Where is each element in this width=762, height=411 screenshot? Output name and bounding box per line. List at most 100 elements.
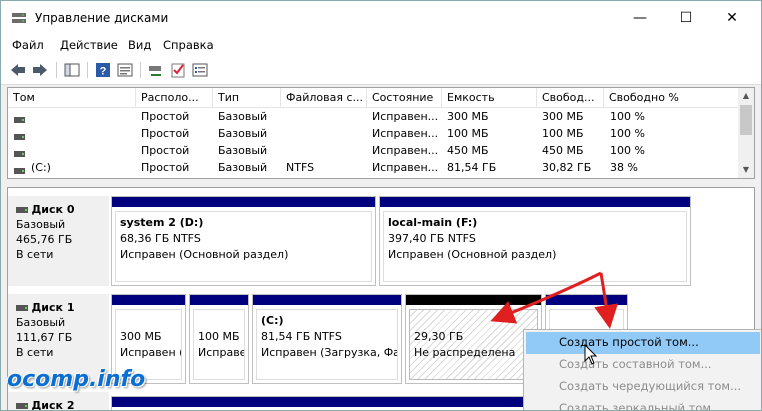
disk-type: Базовый (16, 218, 66, 231)
partition-size: 81,54 ГБ NTFS (261, 330, 342, 343)
disk-icon (16, 305, 28, 311)
menu-action[interactable]: Действие (60, 38, 118, 52)
properties-icon[interactable] (116, 61, 134, 79)
column-header-volume[interactable]: Том (8, 88, 136, 108)
volume-drive-icon (11, 147, 25, 160)
menu-item-create-spanned-volume[interactable]: Создать составной том... (526, 354, 760, 376)
cell-free: 30,82 ГБ (542, 161, 592, 174)
cell-free-percent: 100 % (610, 110, 645, 123)
partition-details: 100 МБ Исправе (193, 309, 245, 380)
table-row[interactable]: (C:) Простой Базовый NTFS Исправен... 81… (8, 160, 738, 177)
cell-capacity: 300 МБ (447, 110, 489, 123)
cell-status: Исправен... (372, 144, 439, 157)
cell-free: 450 МБ (542, 144, 584, 157)
menu-item-create-simple-volume[interactable]: Создать простой том... (526, 332, 760, 354)
table-row[interactable]: Простой Базовый Исправен... 300 МБ 300 М… (8, 109, 738, 126)
minimize-button[interactable]: — (617, 1, 663, 35)
column-header-layout[interactable]: Располо... (136, 88, 213, 108)
partition-bar (380, 197, 690, 207)
menu-file[interactable]: Файл (12, 38, 44, 52)
column-header-capacity[interactable]: Емкость (442, 88, 537, 108)
forward-icon[interactable] (31, 61, 49, 79)
window-title: Управление дисками (35, 11, 169, 25)
menu-item-create-striped-volume[interactable]: Создать чередующийся том... (526, 376, 760, 398)
volume-drive-icon (11, 113, 25, 126)
column-header-free-percent[interactable]: Свободно % (604, 88, 740, 108)
disk-size: 111,67 ГБ (16, 331, 73, 344)
toolbar-separator (56, 62, 57, 78)
partition-status: Исправен (Основной раздел) (120, 248, 289, 261)
disk-state: В сети (16, 346, 54, 359)
connect-icon[interactable] (147, 61, 165, 79)
partition-details: system 2 (D:) 68,36 ГБ NTFS Исправен (Ос… (115, 211, 372, 282)
cell-volume-name: (C:) (31, 161, 51, 174)
scroll-up-icon[interactable]: ▲ (738, 88, 754, 104)
toolbar-separator (87, 62, 88, 78)
partition-title: local-main (F:) (388, 216, 478, 229)
toolbar: ? (1, 55, 761, 85)
partition-bar (253, 295, 401, 305)
cell-status: Исправен... (372, 127, 439, 140)
volume-drive-icon (11, 130, 25, 143)
toolbar-separator (140, 62, 141, 78)
column-header-filesystem[interactable]: Файловая с... (281, 88, 367, 108)
cell-layout: Простой (141, 127, 190, 140)
disk-size: 465,76 ГБ (16, 233, 73, 246)
cell-free: 300 МБ (542, 110, 584, 123)
cell-capacity: 100 МБ (447, 127, 489, 140)
disk-icon (16, 207, 28, 213)
cell-capacity: 81,54 ГБ (447, 161, 497, 174)
partition-efi-100mb[interactable]: 100 МБ Исправе (189, 294, 249, 384)
disk-0-label[interactable]: Диск 0 Базовый 465,76 ГБ В сети (8, 196, 109, 286)
column-header-type[interactable]: Тип (213, 88, 281, 108)
table-row[interactable]: Простой Базовый Исправен... 450 МБ 450 М… (8, 143, 738, 160)
cell-free: 100 МБ (542, 127, 584, 140)
back-icon[interactable] (9, 61, 27, 79)
partition-title: (C:) (261, 314, 284, 327)
partition-f[interactable]: local-main (F:) 397,40 ГБ NTFS Исправен … (379, 196, 691, 286)
check-icon[interactable] (169, 61, 187, 79)
partition-status: Исправен (Загрузка, Фай (261, 346, 398, 359)
disk-icon (16, 403, 28, 409)
close-button[interactable]: ✕ (709, 1, 755, 35)
menu-view[interactable]: Вид (128, 38, 151, 52)
partition-status: Исправе (198, 346, 245, 359)
cell-type: Базовый (218, 161, 268, 174)
volume-list-scrollbar[interactable]: ▲ ▼ (738, 88, 754, 178)
disk-name: Диск 2 (31, 399, 75, 411)
context-menu: Создать простой том... Создать составной… (523, 329, 761, 410)
help-icon[interactable]: ? (94, 61, 112, 79)
menu-item-create-mirrored-volume[interactable]: Создать зеркальный том... (526, 398, 760, 410)
list-icon[interactable] (191, 61, 209, 79)
partition-unallocated[interactable]: 29,30 ГБ Не распределена (405, 294, 542, 384)
volume-list: Том Располо... Тип Файловая с... Состоян… (7, 87, 755, 179)
menu-bar: Файл Действие Вид Справка (1, 35, 761, 55)
partition-title: system 2 (D:) (120, 216, 204, 229)
partition-details: (C:) 81,54 ГБ NTFS Исправен (Загрузка, Ф… (256, 309, 398, 380)
partition-status: Исправен (Основной раздел) (388, 248, 557, 261)
column-header-status[interactable]: Состояние (367, 88, 442, 108)
disk-state: В сети (16, 248, 54, 261)
partition-size: 300 МБ (120, 330, 162, 343)
partition-c[interactable]: (C:) 81,54 ГБ NTFS Исправен (Загрузка, Ф… (252, 294, 402, 384)
scroll-down-icon[interactable]: ▼ (738, 162, 754, 178)
volume-list-header: Том Располо... Тип Файловая с... Состоян… (8, 88, 738, 108)
partition-bar (112, 295, 185, 305)
disk-2-label[interactable]: Диск 2 (8, 392, 109, 411)
cell-layout: Простой (141, 161, 190, 174)
partition-details: 29,30 ГБ Не распределена (409, 309, 538, 380)
menu-help[interactable]: Справка (163, 38, 214, 52)
partition-bar (406, 295, 541, 305)
table-row[interactable]: Простой Базовый Исправен... 100 МБ 100 М… (8, 126, 738, 143)
maximize-button[interactable]: ☐ (663, 1, 709, 35)
partition-bar (112, 197, 375, 207)
partition-d[interactable]: system 2 (D:) 68,36 ГБ NTFS Исправен (Ос… (111, 196, 376, 286)
column-header-free[interactable]: Свобод... (537, 88, 604, 108)
cell-status: Исправен... (372, 110, 439, 123)
svg-text:?: ? (100, 66, 107, 78)
console-tree-icon[interactable] (63, 61, 81, 79)
cell-layout: Простой (141, 110, 190, 123)
disk-name: Диск 0 (31, 203, 75, 216)
partition-bar (546, 295, 627, 305)
scroll-thumb[interactable] (740, 105, 752, 135)
